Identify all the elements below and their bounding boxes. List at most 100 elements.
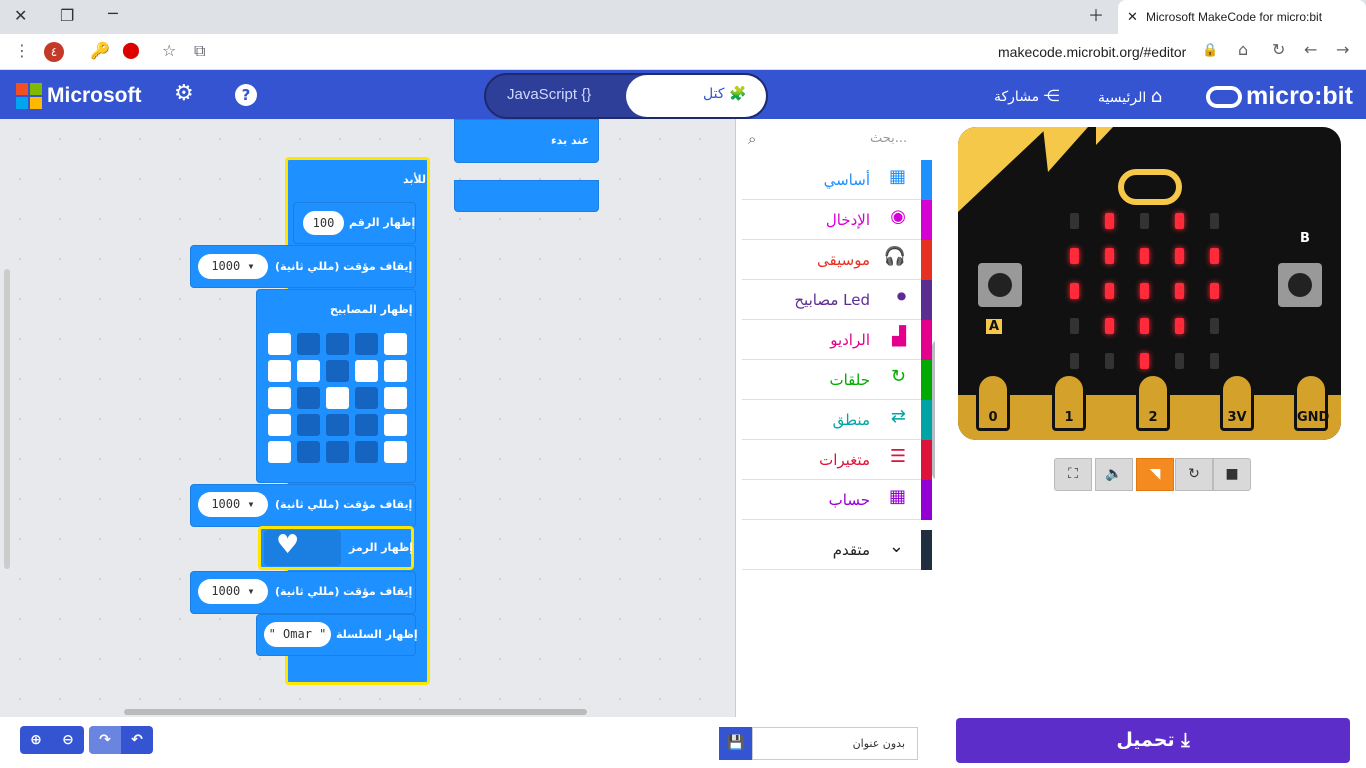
show-number-input[interactable]: 100 [303,211,344,235]
save-button[interactable]: 💾 [719,727,753,760]
led-cell[interactable] [326,333,349,355]
mute-button[interactable]: 🔈 [1095,458,1133,491]
show-string-input[interactable]: " Omar " [264,622,331,647]
key-extension-icon[interactable]: 🔑 [90,43,110,59]
opera-extension-icon[interactable]: ⬤ [122,42,140,58]
simulator-led [1210,213,1219,229]
led-cell[interactable] [268,333,291,355]
star-bookmark-icon[interactable]: ☆ [162,43,176,59]
slowmo-button[interactable]: ◥ [1136,458,1174,491]
led-cell[interactable] [268,441,291,463]
led-cell[interactable] [384,387,407,409]
led-cell[interactable] [326,441,349,463]
forward-icon[interactable]: → [1336,42,1349,58]
search-icon[interactable]: ⌕ [748,132,756,147]
browser-tab[interactable]: ✕ Microsoft MakeCode for micro:bit [1118,0,1366,34]
button-b[interactable] [1278,263,1322,307]
led-cell[interactable] [355,387,378,409]
pin-0[interactable]: 0 [976,373,1010,431]
microsoft-logo-icon[interactable] [16,83,42,109]
restart-button[interactable]: ↻ [1175,458,1213,491]
microbit-simulator[interactable]: A B 0 1 2 3V GND [958,127,1341,440]
translate-icon[interactable]: ⧉ [194,43,205,59]
led-cell[interactable] [297,360,320,382]
category-item-8[interactable]: حساب ▦ [742,480,932,520]
show-leds-grid[interactable] [268,333,413,468]
redo-button[interactable]: ↷ [89,726,121,754]
on-start-label: عند بدء [551,134,590,147]
category-item-4[interactable]: الراديو ▟ [742,320,932,360]
category-color-bar [921,320,932,360]
advanced-category[interactable]: متقدم ⌄ [742,530,932,570]
fullscreen-button[interactable]: ⛶ [1054,458,1092,491]
javascript-tab[interactable]: JavaScript {} [507,86,591,103]
home-browser-icon[interactable]: ⌂ [1238,42,1248,58]
heart-icon-dropdown[interactable]: ♥ [264,530,341,566]
zoom-out-button[interactable]: ⊖ [52,726,84,754]
tab-close-icon[interactable]: ✕ [1127,9,1138,25]
led-cell[interactable] [326,414,349,436]
pin-2[interactable]: 2 [1136,373,1170,431]
led-cell[interactable] [355,360,378,382]
pause-input-2[interactable]: 1000 ▾ [198,492,268,517]
led-cell[interactable] [297,414,320,436]
led-cell[interactable] [326,387,349,409]
led-cell[interactable] [326,360,349,382]
simulator-led [1140,318,1149,334]
led-cell[interactable] [384,333,407,355]
button-a[interactable] [978,263,1022,307]
share-button[interactable]: مشاركة ⋲ [994,86,1060,105]
close-window-icon[interactable]: ✕ [14,8,27,24]
simulator-led [1140,353,1149,369]
category-item-6[interactable]: منطق ⇄ [742,400,932,440]
reload-icon[interactable]: ↻ [1272,42,1285,58]
microbit-logo[interactable]: micro:bit [1206,82,1353,111]
pause-input-3[interactable]: 1000 ▾ [198,579,268,604]
pin-3[interactable]: 3V [1220,373,1254,431]
led-cell[interactable] [297,387,320,409]
led-cell[interactable] [297,441,320,463]
url-text[interactable]: makecode.microbit.org/#editor [998,44,1186,60]
led-cell[interactable] [355,414,378,436]
category-item-1[interactable]: الإدخال ◉ [742,200,932,240]
help-icon[interactable]: ? [235,84,257,106]
led-cell[interactable] [384,414,407,436]
led-cell[interactable] [268,360,291,382]
toolbox-search-input[interactable]: بحث... [870,131,907,146]
menu-dots-icon[interactable]: ⋮ [14,43,30,59]
workspace-hscrollbar[interactable] [124,709,587,715]
settings-gear-icon[interactable]: ⚙ [174,83,194,105]
microsoft-brand[interactable]: Microsoft [47,84,142,108]
pin-1[interactable]: 1 [1052,373,1086,431]
home-button[interactable]: الرئيسية ⌂ [1098,86,1162,107]
download-button[interactable]: تحميل ⤓ [956,718,1350,763]
category-item-5[interactable]: حلقات ↻ [742,360,932,400]
category-item-0[interactable]: أساسي ▦ [742,160,932,200]
back-icon[interactable]: ← [1304,42,1317,58]
led-cell[interactable] [297,333,320,355]
new-tab-icon[interactable]: ＋ [1088,8,1104,24]
led-cell[interactable] [355,333,378,355]
workspace-vscrollbar[interactable] [4,269,10,569]
undo-button[interactable]: ↶ [121,726,153,754]
led-cell[interactable] [268,414,291,436]
category-item-7[interactable]: متغيرات ☰ [742,440,932,480]
simulator-led [1210,283,1219,299]
simulator-led [1140,248,1149,264]
minimize-window-icon[interactable]: ─ [108,6,118,22]
led-cell[interactable] [384,360,407,382]
led-cell[interactable] [268,387,291,409]
zoom-in-button[interactable]: ⊕ [20,726,52,754]
pin-4[interactable]: GND [1294,373,1329,431]
project-name-input[interactable]: بدون عنوان [752,727,918,760]
category-item-2[interactable]: موسيقى 🎧 [742,240,932,280]
blocks-tab-label[interactable]: كتل 🧩 [703,86,746,102]
led-cell[interactable] [384,441,407,463]
extension-badge[interactable]: ٤ [44,42,64,62]
stop-button[interactable]: ■ [1213,458,1251,491]
led-cell[interactable] [355,441,378,463]
simulator-led [1105,283,1114,299]
pause-input-1[interactable]: 1000 ▾ [198,254,268,279]
category-item-3[interactable]: مصابيح Led ⏺ [742,280,932,320]
restore-window-icon[interactable]: ❐ [60,8,74,24]
